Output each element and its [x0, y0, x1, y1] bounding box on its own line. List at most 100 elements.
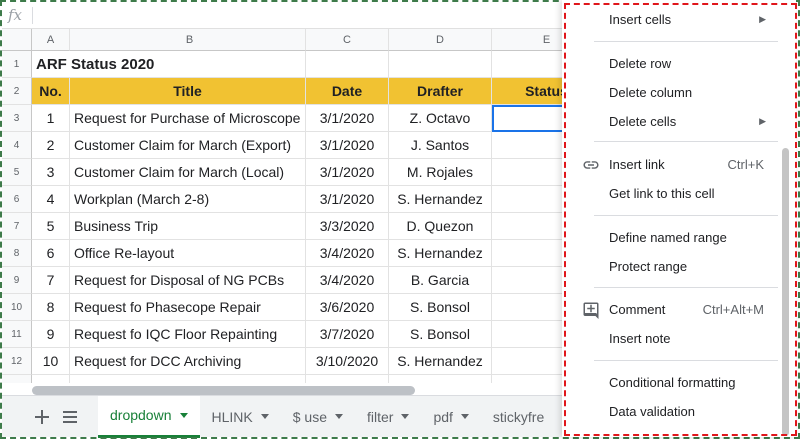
menu-item-insert-link[interactable]: Insert link Ctrl+K [562, 150, 796, 179]
cell-no[interactable]: 2 [32, 132, 70, 159]
tab-filter[interactable]: filter [355, 396, 421, 438]
cell-date[interactable]: 3/4/2020 [306, 240, 389, 267]
sheet-title[interactable]: ARF Status 2020 [32, 51, 306, 78]
menu-item-delete-column[interactable]: Delete column [562, 78, 796, 107]
cell-date[interactable]: 3/6/2020 [306, 294, 389, 321]
cell-drafter[interactable]: Z. Octavo [389, 105, 492, 132]
menu-item-label: Insert cells [609, 12, 672, 27]
cell-title[interactable]: Customer Claim for March (Export) [70, 132, 306, 159]
cell-date[interactable]: 3/3/2020 [306, 213, 389, 240]
cell-title[interactable]: Request fo IQC Floor Repainting [70, 321, 306, 348]
menu-scrollbar[interactable] [782, 148, 789, 436]
cell-date[interactable]: 3/7/2020 [306, 321, 389, 348]
select-all-corner[interactable] [2, 29, 32, 51]
cell-no[interactable]: 4 [32, 186, 70, 213]
cell-date[interactable]: 3/1/2020 [306, 105, 389, 132]
cell-date[interactable]: 3/1/2020 [306, 132, 389, 159]
cell-date[interactable]: 3/4/2020 [306, 267, 389, 294]
cell-no[interactable]: 7 [32, 267, 70, 294]
cell[interactable] [70, 375, 306, 383]
cell-drafter[interactable]: S. Bonsol [389, 321, 492, 348]
cell-drafter[interactable]: M. Rojales [389, 159, 492, 186]
menu-item-define-named-range[interactable]: Define named range [562, 223, 796, 252]
formula-bar-divider [32, 6, 33, 24]
plus-icon[interactable] [28, 403, 56, 431]
cell-date[interactable]: 3/10/2020 [306, 348, 389, 375]
row-header[interactable]: 11 [2, 321, 32, 348]
row-header[interactable]: 4 [2, 132, 32, 159]
cell-drafter[interactable]: D. Quezon [389, 213, 492, 240]
cell-date[interactable]: 3/1/2020 [306, 159, 389, 186]
menu-item-insert-cells[interactable]: Insert cells ▶ [562, 5, 796, 34]
menu-item-get-link[interactable]: Get link to this cell [562, 179, 796, 208]
row-header[interactable]: 1 [2, 51, 32, 78]
cell-no[interactable]: 1 [32, 105, 70, 132]
column-header-d[interactable]: D [389, 29, 492, 51]
row-header[interactable]: 8 [2, 240, 32, 267]
row-header[interactable]: 3 [2, 105, 32, 132]
row-header[interactable]: 5 [2, 159, 32, 186]
cell-title[interactable]: Business Trip [70, 213, 306, 240]
cell-title[interactable]: Workplan (March 2-8) [70, 186, 306, 213]
tab-hlink[interactable]: HLINK [200, 396, 281, 438]
cell-title[interactable]: Request for Disposal of NG PCBs [70, 267, 306, 294]
menu-item-delete-cells[interactable]: Delete cells ▶ [562, 107, 796, 136]
menu-item-conditional-formatting[interactable]: Conditional formatting [562, 368, 796, 397]
tab-label: dropdown [110, 407, 172, 423]
cell[interactable] [32, 375, 70, 383]
header-date[interactable]: Date [306, 78, 389, 105]
submenu-arrow-icon: ▶ [759, 14, 766, 24]
cell-no[interactable]: 10 [32, 348, 70, 375]
column-header-a[interactable]: A [32, 29, 70, 51]
menu-item-shortcut: Ctrl+Alt+M [702, 302, 764, 317]
menu-item-label: Delete column [609, 85, 693, 100]
menu-item-insert-note[interactable]: Insert note [562, 324, 796, 353]
menu-item-protect-range[interactable]: Protect range [562, 252, 796, 281]
cell-drafter[interactable]: S. Hernandez [389, 240, 492, 267]
cell-no[interactable]: 3 [32, 159, 70, 186]
header-drafter[interactable]: Drafter [389, 78, 492, 105]
horizontal-scrollbar[interactable] [32, 386, 415, 395]
column-header-c[interactable]: C [306, 29, 389, 51]
cell-drafter[interactable]: B. Garcia [389, 267, 492, 294]
cell-title[interactable]: Request fo Phasecope Repair [70, 294, 306, 321]
cell-title[interactable]: Office Re-layout [70, 240, 306, 267]
tab-stickyfre[interactable]: stickyfre [481, 396, 544, 438]
cell-no[interactable]: 8 [32, 294, 70, 321]
cell-no[interactable]: 5 [32, 213, 70, 240]
tab-pdf[interactable]: pdf [421, 396, 480, 438]
cell[interactable] [389, 375, 492, 383]
cell-drafter[interactable]: S. Bonsol [389, 294, 492, 321]
cell-drafter[interactable]: J. Santos [389, 132, 492, 159]
row-header[interactable] [2, 375, 32, 383]
cell[interactable] [306, 375, 389, 383]
cell-date[interactable]: 3/1/2020 [306, 186, 389, 213]
table-row: 8 6 Office Re-layout 3/4/2020 S. Hernand… [2, 240, 602, 267]
cell[interactable] [389, 51, 492, 78]
cell[interactable] [306, 51, 389, 78]
row-header[interactable]: 6 [2, 186, 32, 213]
row-header[interactable]: 9 [2, 267, 32, 294]
menu-item-data-validation[interactable]: Data validation [562, 397, 796, 426]
row-header[interactable]: 7 [2, 213, 32, 240]
cell-title[interactable]: Request for DCC Archiving [70, 348, 306, 375]
formula-bar[interactable]: fx [2, 2, 562, 29]
cell-no[interactable]: 9 [32, 321, 70, 348]
column-header-b[interactable]: B [70, 29, 306, 51]
cell-no[interactable]: 6 [32, 240, 70, 267]
tab-dollar-use[interactable]: $ use [281, 396, 355, 438]
cell-drafter[interactable]: S. Hernandez [389, 348, 492, 375]
cell-title[interactable]: Request for Purchase of Microscope [70, 105, 306, 132]
sheet-list-icon[interactable] [56, 403, 84, 431]
menu-item-delete-row[interactable]: Delete row [562, 49, 796, 78]
cell-title[interactable]: Customer Claim for March (Local) [70, 159, 306, 186]
header-no[interactable]: No. [32, 78, 70, 105]
row-header[interactable]: 12 [2, 348, 32, 375]
row-header[interactable]: 2 [2, 78, 32, 105]
header-title[interactable]: Title [70, 78, 306, 105]
menu-item-comment[interactable]: Comment Ctrl+Alt+M [562, 295, 796, 324]
tab-label: filter [366, 408, 394, 425]
row-header[interactable]: 10 [2, 294, 32, 321]
cell-drafter[interactable]: S. Hernandez [389, 186, 492, 213]
tab-dropdown[interactable]: dropdown [98, 395, 200, 438]
